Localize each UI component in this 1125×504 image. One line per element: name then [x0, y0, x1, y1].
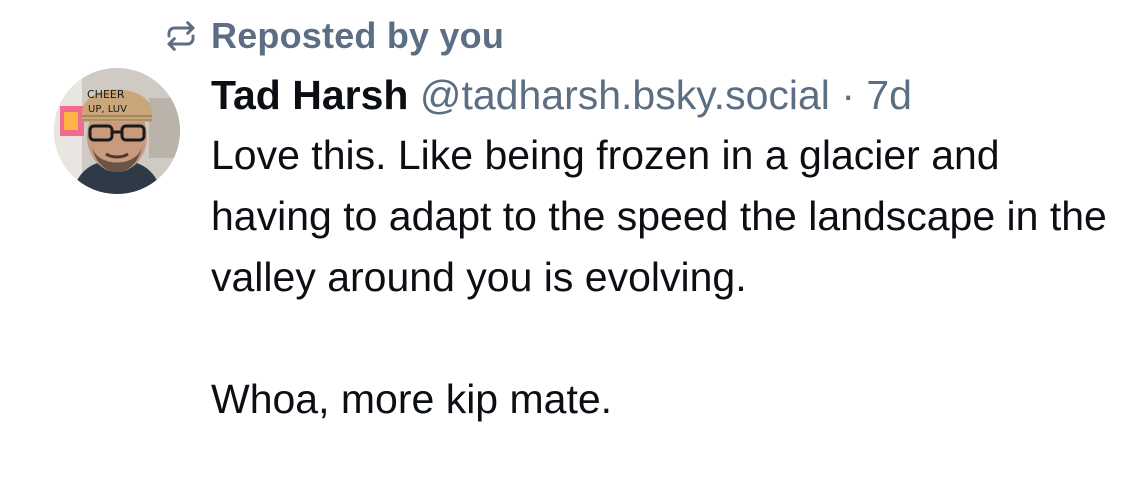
post-header: Tad Harsh @tadharsh.bsky.social · 7d: [211, 66, 1111, 124]
post-separator: ·: [841, 72, 855, 118]
author-handle[interactable]: @tadharsh.bsky.social: [420, 72, 830, 118]
avatar-image: CHEER UP, LUV: [54, 68, 180, 194]
avatar-hat-text-1: CHEER: [87, 88, 125, 101]
post-text: Love this. Like being frozen in a glacie…: [211, 125, 1111, 430]
repost-label: Reposted by you: [211, 15, 505, 56]
author-display-name[interactable]: Tad Harsh: [211, 72, 408, 118]
post-paragraph: Love this. Like being frozen in a glacie…: [211, 132, 1119, 300]
post[interactable]: Tad Harsh @tadharsh.bsky.social · 7d Lov…: [211, 66, 1111, 430]
avatar[interactable]: CHEER UP, LUV: [54, 68, 180, 194]
avatar-hat-text-2: UP, LUV: [88, 104, 127, 115]
repost-indicator[interactable]: Reposted by you: [163, 12, 504, 60]
post-paragraph: Whoa, more kip mate.: [211, 376, 613, 422]
repost-icon: [163, 18, 199, 54]
post-timestamp[interactable]: 7d: [866, 72, 912, 118]
